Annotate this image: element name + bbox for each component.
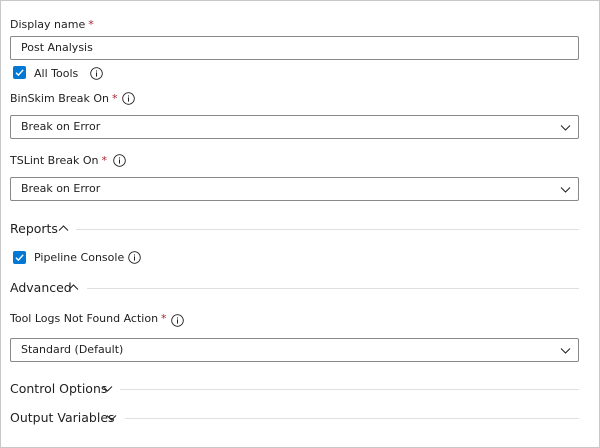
info-icon[interactable]	[90, 67, 103, 80]
task-settings-panel: Display name * Post Analysis All Tools Bi…	[0, 0, 600, 448]
binskim-break-on-label: BinSkim Break On *	[10, 92, 118, 105]
chevron-up-icon[interactable]	[68, 282, 79, 293]
chevron-down-icon	[560, 348, 571, 354]
advanced-section-title[interactable]: Advanced	[10, 280, 72, 295]
binskim-break-on-dropdown[interactable]: Break on Error	[10, 115, 579, 139]
required-marker: *	[88, 18, 94, 31]
required-marker: *	[161, 312, 167, 325]
tool-logs-not-found-action-dropdown[interactable]: Standard (Default)	[10, 338, 579, 362]
tslint-break-on-label: TSLint Break On *	[10, 154, 107, 167]
all-tools-label: All Tools	[34, 67, 79, 80]
chevron-down-icon[interactable]	[102, 383, 113, 394]
info-icon[interactable]	[122, 92, 135, 105]
section-divider	[120, 389, 579, 390]
control-options-section-title[interactable]: Control Options	[10, 381, 107, 396]
checkmark-icon	[15, 254, 24, 262]
info-icon[interactable]	[171, 314, 184, 327]
chevron-down-icon	[560, 187, 571, 193]
section-divider	[76, 229, 579, 230]
section-divider	[125, 418, 579, 419]
info-icon[interactable]	[113, 154, 126, 167]
checkmark-icon	[15, 69, 24, 77]
info-icon[interactable]	[128, 251, 141, 264]
chevron-up-icon[interactable]	[58, 223, 69, 234]
required-marker: *	[112, 92, 118, 105]
display-name-label: Display name *	[10, 18, 94, 31]
chevron-down-icon	[560, 125, 571, 131]
required-marker: *	[101, 154, 108, 167]
tool-logs-selected-value: Standard (Default)	[21, 343, 124, 356]
chevron-down-icon[interactable]	[106, 412, 117, 423]
pipeline-console-checkbox[interactable]	[13, 251, 26, 264]
display-name-input[interactable]: Post Analysis	[10, 36, 579, 60]
section-divider	[87, 288, 579, 289]
all-tools-checkbox[interactable]	[13, 66, 26, 79]
tslint-break-on-dropdown[interactable]: Break on Error	[10, 177, 579, 201]
reports-section-title[interactable]: Reports	[10, 221, 58, 236]
tslint-selected-value: Break on Error	[21, 182, 101, 195]
tool-logs-not-found-action-label: Tool Logs Not Found Action *	[10, 312, 167, 325]
output-variables-section-title[interactable]: Output Variables	[10, 410, 115, 425]
pipeline-console-label: Pipeline Console	[34, 251, 125, 264]
binskim-selected-value: Break on Error	[21, 120, 101, 133]
